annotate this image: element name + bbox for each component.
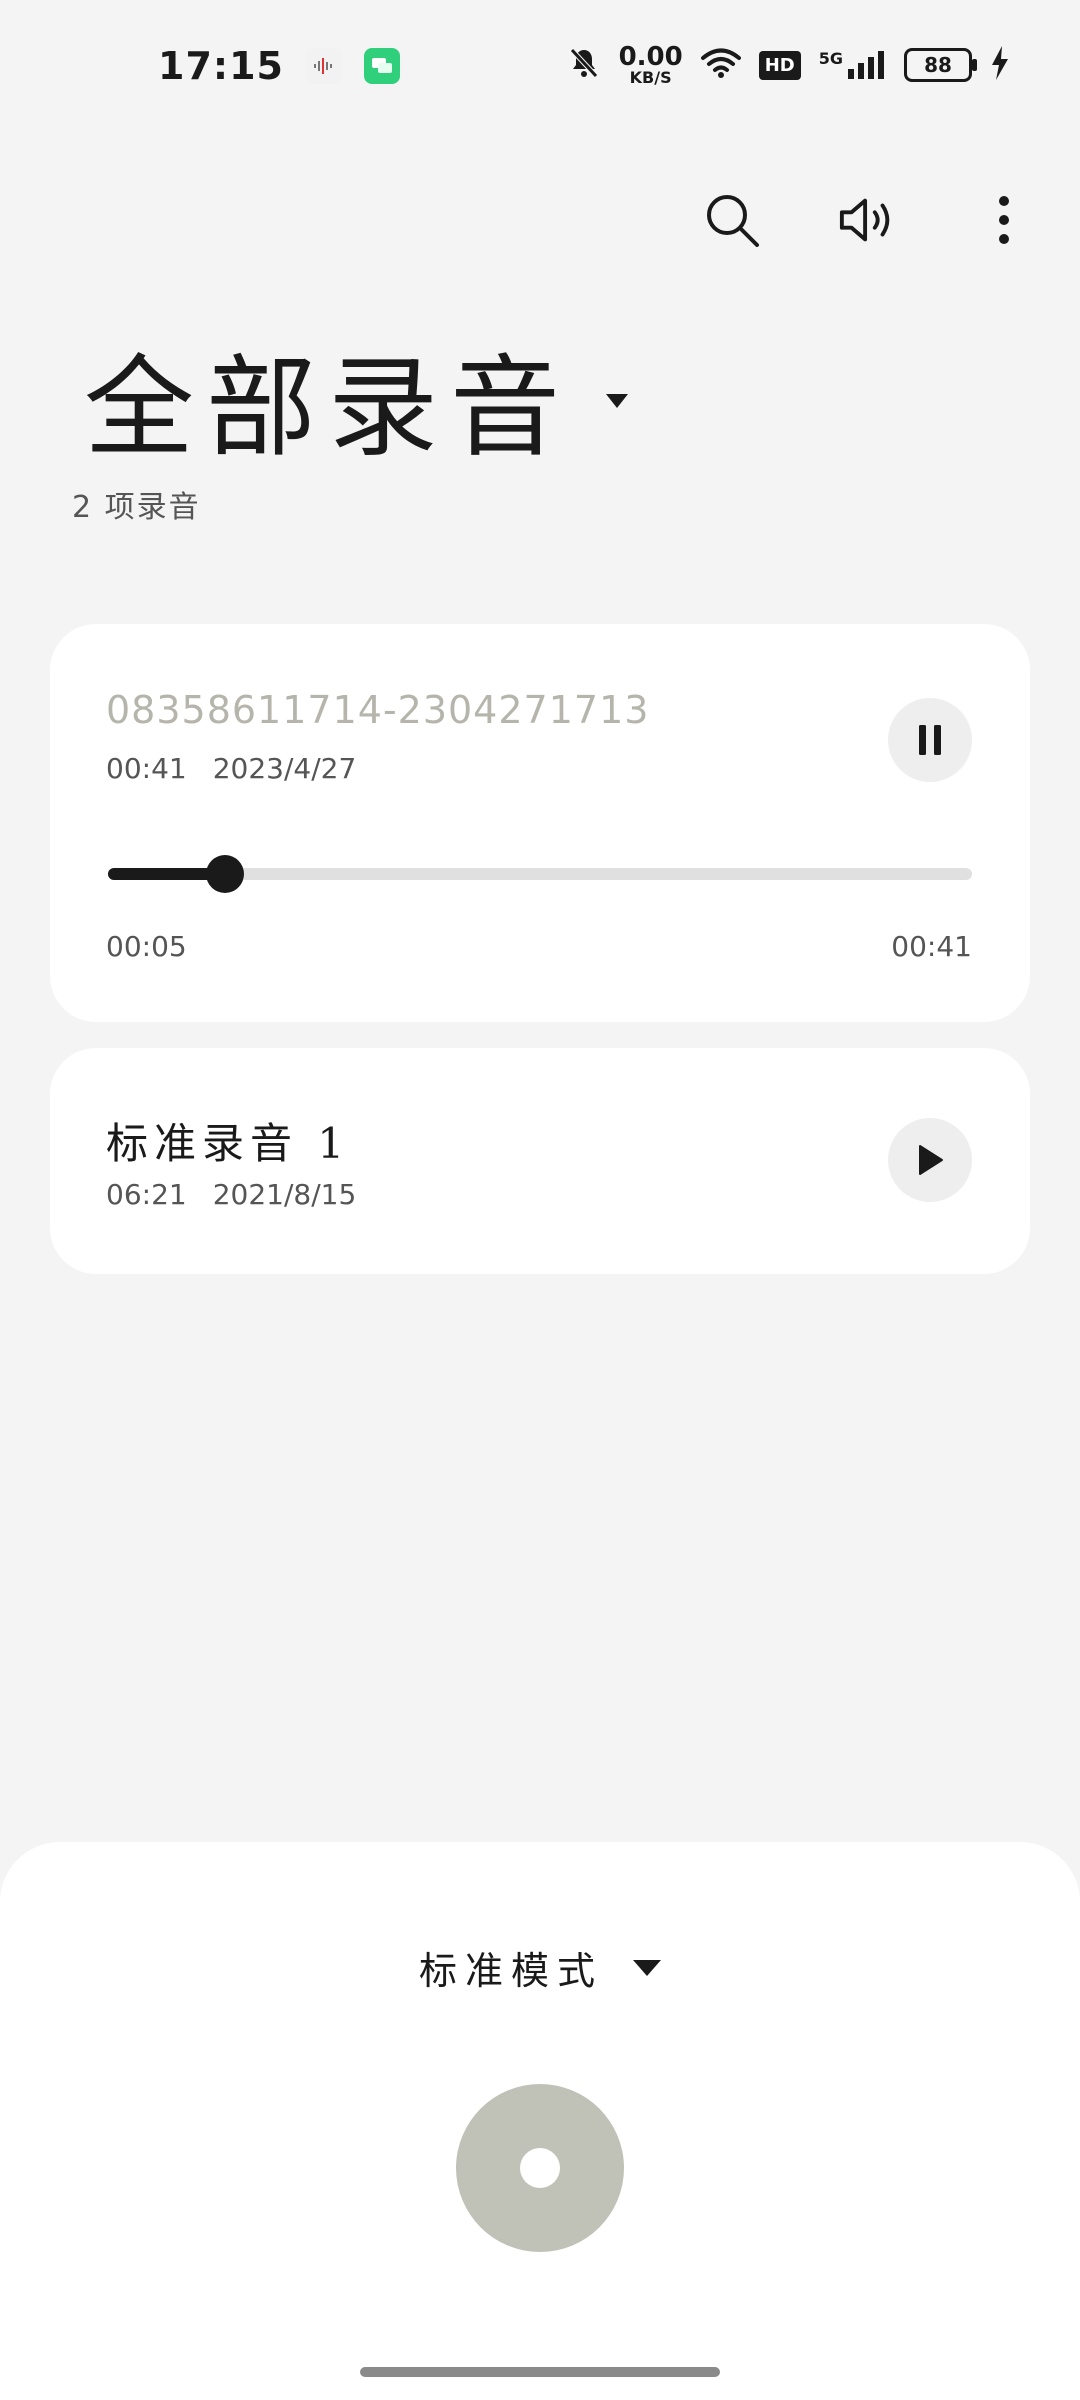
recording-name: 标准录音 1 <box>106 1119 351 1168</box>
recording-date: 2023/4/27 <box>212 752 357 785</box>
recording-duration: 00:41 <box>106 752 187 785</box>
caret-down-icon <box>606 394 628 408</box>
wifi-icon <box>700 47 741 83</box>
hd-badge: HD <box>758 50 801 80</box>
recording-meta: 00:41 2023/4/27 <box>106 752 356 785</box>
home-indicator[interactable] <box>360 2367 720 2377</box>
recording-meta: 06:21 2021/8/15 <box>106 1178 356 1211</box>
mode-selector[interactable]: 标准模式 <box>0 1940 1080 1995</box>
search-icon[interactable] <box>702 190 762 250</box>
recorder-app-icon <box>305 48 342 84</box>
speaker-icon[interactable] <box>838 190 898 250</box>
status-right: 0.00 KB/S HD 5G 88 <box>567 44 1010 86</box>
recording-duration: 06:21 <box>106 1178 187 1211</box>
record-panel: 标准模式 <box>0 1842 1080 2400</box>
elapsed-time: 00:05 <box>106 930 187 963</box>
cell-signal-icon: 5G <box>819 49 886 81</box>
total-time: 00:41 <box>891 930 972 963</box>
pause-icon <box>919 725 941 755</box>
recording-date: 2021/8/15 <box>212 1178 357 1211</box>
mute-bell-icon <box>567 46 601 84</box>
page-title: 全部录音 <box>84 344 572 472</box>
caret-down-icon <box>633 1959 661 1976</box>
top-toolbar <box>702 190 1034 250</box>
network-speed-unit: KB/S <box>629 68 672 87</box>
messages-app-icon <box>363 48 400 84</box>
status-time: 17:15 <box>158 44 284 88</box>
record-button[interactable] <box>456 2084 624 2252</box>
battery-icon: 88 <box>904 48 977 82</box>
recording-count: 2 项录音 <box>72 490 201 525</box>
recording-name: 08358611714-2304271713 <box>106 688 650 732</box>
battery-level: 88 <box>924 53 952 77</box>
pause-button[interactable] <box>888 698 972 782</box>
signal-label: 5G <box>818 49 843 68</box>
playback-progress-thumb[interactable] <box>205 855 244 893</box>
more-vert-icon[interactable] <box>974 190 1034 250</box>
status-left: 17:15 <box>158 44 400 88</box>
play-icon <box>919 1145 943 1175</box>
mode-label: 标准模式 <box>418 1949 603 1993</box>
network-speed-value: 0.00 <box>618 42 683 72</box>
charging-bolt-icon <box>990 46 1010 84</box>
title-dropdown[interactable]: 全部录音 <box>84 318 628 478</box>
recording-card[interactable]: 标准录音 1 06:21 2021/8/15 <box>50 1048 1030 1274</box>
play-button[interactable] <box>888 1118 972 1202</box>
status-bar: 17:15 0.00 KB/S HD 5G 88 <box>0 0 1080 140</box>
record-dot-icon <box>520 2148 560 2188</box>
network-speed: 0.00 KB/S <box>619 44 683 86</box>
playback-progress-track[interactable] <box>108 855 972 893</box>
recording-card-playing[interactable]: 08358611714-2304271713 00:41 2023/4/27 0… <box>50 624 1030 1022</box>
